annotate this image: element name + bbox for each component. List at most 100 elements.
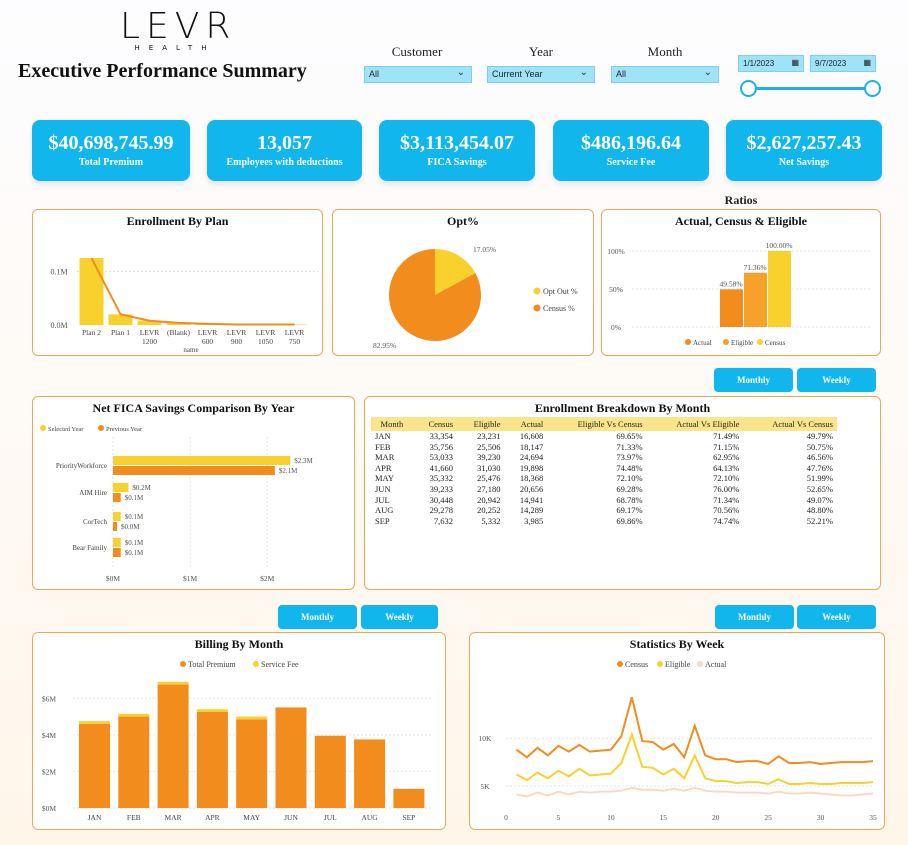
logo-text: LEVR bbox=[120, 6, 237, 47]
legend-marker bbox=[180, 661, 186, 667]
x-tick-label: Plan 1 bbox=[111, 328, 130, 337]
kpi-value: $486,196.64 bbox=[581, 132, 681, 154]
x-tick-label: $2M bbox=[260, 574, 275, 583]
month-dropdown[interactable]: All ⌄ bbox=[611, 66, 719, 83]
bar-premium bbox=[79, 723, 110, 808]
legend-marker bbox=[757, 339, 763, 345]
y-tick-label: 0.0M bbox=[50, 321, 67, 330]
calendar-icon[interactable]: ▦ bbox=[791, 58, 799, 67]
stats-weekly-button[interactable]: Weekly bbox=[797, 605, 876, 629]
column-header[interactable]: Eligible bbox=[457, 417, 505, 431]
ratios-heading: Ratios bbox=[724, 193, 758, 207]
table-cell: 20,656 bbox=[519, 483, 544, 494]
column-header[interactable]: Eligible Vs Census bbox=[547, 417, 647, 431]
stats-monthly-button[interactable]: Monthly bbox=[715, 605, 794, 629]
column-header[interactable]: Actual bbox=[504, 417, 548, 431]
x-tick-label: LEVR bbox=[285, 328, 305, 337]
table-row: JUL 30,448 20,942 14,941 68.78% 71.34% 49.07% bbox=[371, 495, 837, 506]
date-slider-start-handle[interactable] bbox=[740, 80, 757, 97]
x-tick-label: 30 bbox=[817, 813, 825, 822]
date-slider-end-handle[interactable] bbox=[864, 80, 881, 97]
start-date-value: 1/1/2023 bbox=[743, 59, 775, 68]
customer-dropdown[interactable]: All ⌄ bbox=[364, 66, 472, 83]
billing-weekly-button[interactable]: Weekly bbox=[361, 605, 438, 629]
year-dropdown[interactable]: Current Year ⌄ bbox=[487, 66, 595, 83]
date-range-slider-track[interactable] bbox=[748, 87, 872, 90]
bar-premium bbox=[118, 716, 150, 808]
legend-label: Selected Year bbox=[48, 426, 84, 433]
bar bbox=[113, 538, 121, 547]
table-row: JAN 33,354 23,231 16,608 69.65% 71.49% 49.79% bbox=[371, 431, 837, 442]
kpi-service-fee: $486,196.64 Service Fee bbox=[553, 120, 709, 181]
x-tick-label: 10 bbox=[607, 813, 615, 822]
x-tick-label: FEB bbox=[127, 813, 141, 822]
column-header[interactable]: Census bbox=[412, 417, 458, 431]
table-cell: 74.74% bbox=[713, 515, 740, 526]
x-tick-label: 1200 bbox=[142, 337, 157, 346]
table-cell: 51.99% bbox=[806, 473, 833, 484]
table-cell: MAY bbox=[375, 473, 395, 484]
end-date-input[interactable]: 9/7/2023 ▦ bbox=[810, 55, 876, 72]
legend-marker bbox=[253, 661, 259, 667]
legend-marker bbox=[98, 425, 104, 431]
end-date-value: 9/7/2023 bbox=[815, 59, 847, 68]
data-label: $0.1M bbox=[125, 539, 144, 547]
start-date-input[interactable]: 1/1/2023 ▦ bbox=[738, 55, 804, 72]
bar-service-fee bbox=[196, 709, 228, 712]
x-tick-label: $1M bbox=[183, 574, 198, 583]
bar-service-fee bbox=[236, 716, 268, 720]
kpi-employees: 13,057 Employees with deductions bbox=[207, 120, 362, 181]
table-cell: 69.28% bbox=[616, 483, 643, 494]
bar bbox=[113, 512, 121, 521]
chevron-down-icon: ⌄ bbox=[579, 67, 588, 78]
y-tick-label: 5K bbox=[480, 782, 490, 791]
kpi-label: Service Fee bbox=[606, 157, 656, 168]
monthly-button[interactable]: Monthly bbox=[714, 368, 793, 392]
y-tick-label: 100% bbox=[607, 247, 625, 256]
card-title: Statistics By Week bbox=[629, 637, 725, 651]
statistics-by-week-card: Statistics By Week Census Eligible Actual 1… bbox=[469, 632, 885, 830]
table-cell: 52.65% bbox=[806, 483, 833, 494]
data-label: $0.1M bbox=[125, 549, 144, 557]
table-cell: 49.79% bbox=[806, 431, 833, 441]
bar bbox=[113, 483, 129, 492]
billing-monthly-button[interactable]: Monthly bbox=[278, 605, 357, 629]
table-cell: 29,278 bbox=[429, 505, 454, 516]
legend-label: Service Fee bbox=[261, 660, 299, 669]
x-tick-label: LEVR bbox=[140, 328, 160, 337]
column-header[interactable]: Actual Vs Census bbox=[743, 417, 837, 431]
x-tick-label: 5 bbox=[557, 813, 561, 822]
table-cell: 18,368 bbox=[519, 473, 544, 484]
column-header[interactable]: Actual Vs Eligible bbox=[646, 417, 744, 431]
category-label: Bear Family bbox=[72, 544, 107, 552]
year-filter-label: Year bbox=[529, 44, 553, 59]
kpi-label: Employees with deductions bbox=[226, 157, 343, 168]
bar-premium bbox=[196, 712, 228, 808]
bar-service-fee bbox=[79, 721, 110, 724]
x-tick-label: 0 bbox=[504, 813, 508, 822]
y-tick-label: 10K bbox=[479, 734, 493, 743]
x-tick-label: 35 bbox=[869, 813, 877, 822]
legend-label: Opt Out % bbox=[543, 287, 578, 296]
x-tick-label: JUL bbox=[324, 813, 337, 822]
table-row: MAR 53,033 39,230 24,694 73.97% 62.95% 46.56% bbox=[371, 452, 837, 463]
billing-chart: Total Premium Service Fee $6M $4M $2M $0M JAN F… bbox=[42, 660, 433, 822]
levr-logo: LEVR HEALTH bbox=[120, 6, 237, 54]
calendar-icon[interactable]: ▦ bbox=[863, 58, 871, 67]
data-label: $0.2M bbox=[132, 484, 151, 492]
table-row: SEP 7,632 5,332 3,985 69.86% 74.74% 52.21% bbox=[371, 516, 837, 527]
net-fica-card: Net FICA Savings Comparison By Year Sele… bbox=[32, 396, 355, 590]
kpi-fica-savings: $3,113,454.07 FICA Savings bbox=[379, 120, 535, 181]
billing-by-month-card: Billing By Month Total Premium Service Fe… bbox=[32, 632, 446, 830]
legend-marker bbox=[723, 339, 729, 345]
table-cell: 76.00% bbox=[713, 483, 740, 494]
weekly-button[interactable]: Weekly bbox=[797, 368, 876, 392]
kpi-label: Net Savings bbox=[778, 157, 830, 168]
x-tick-label: JAN bbox=[88, 813, 102, 822]
y-tick-label: $2M bbox=[42, 767, 57, 776]
y-tick-label: 0% bbox=[611, 323, 621, 332]
column-header[interactable]: Month bbox=[371, 417, 413, 431]
table-cell: 25,506 bbox=[477, 441, 501, 452]
category-label: PriorityWorkforce bbox=[56, 462, 107, 470]
bar-premium bbox=[314, 735, 346, 808]
